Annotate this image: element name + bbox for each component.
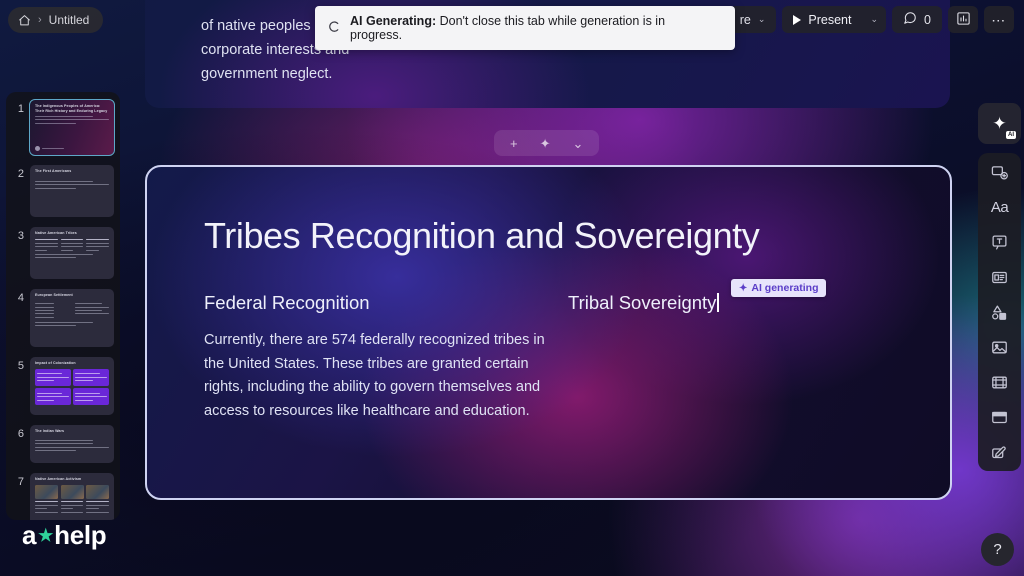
video-tool[interactable] (985, 370, 1015, 394)
analytics-icon (956, 11, 971, 29)
present-button-group[interactable]: Present ⌄ (782, 6, 887, 33)
slide-thumbnail-3[interactable]: 3 Native American Tribes (6, 227, 120, 279)
loading-spinner-icon (328, 20, 341, 36)
comment-icon (903, 11, 917, 28)
slide-thumbnail-7[interactable]: 7 Native American Activism (6, 473, 120, 520)
logo-text-a: a (22, 520, 37, 550)
share-label: re (739, 12, 751, 27)
ai-generating-badge-label: AI generating (751, 282, 819, 294)
sparkle-icon: ✦ (739, 282, 748, 294)
logo-text-help: help (54, 520, 107, 550)
toast-label: AI Generating: (350, 14, 437, 28)
present-dropdown-button[interactable]: ⌄ (863, 6, 887, 33)
tool-group: Aa (978, 153, 1021, 471)
slide-number: 2 (17, 168, 24, 180)
slide-thumbnail-4[interactable]: 4 European Settlement (6, 289, 120, 347)
top-toolbar: re ⌄ Present ⌄ 0 ⋯ (728, 6, 1014, 33)
slide-number: 6 (17, 428, 24, 440)
slide-thumb-title: Impact of Colonization (35, 361, 76, 365)
slide-preview[interactable]: The First Americans (30, 165, 114, 217)
chevron-down-icon: ⌄ (757, 14, 766, 24)
breadcrumb[interactable]: › Untitled (8, 7, 104, 33)
ai-generating-toast: AI Generating: Don't close this tab whil… (315, 6, 735, 50)
left-column-heading[interactable]: Federal Recognition (204, 292, 370, 314)
slide-number: 7 (17, 476, 24, 488)
breadcrumb-title[interactable]: Untitled (49, 13, 90, 27)
slide-thumbnail-5[interactable]: 5 Impact of Colonization (6, 357, 120, 415)
slide-thumb-title: Native American Activism (35, 477, 82, 481)
ai-tag-label: AI (1006, 131, 1016, 139)
analytics-button[interactable] (948, 6, 978, 33)
slide-thumb-badge (35, 146, 64, 151)
breadcrumb-separator: › (38, 14, 42, 26)
slide-number: 3 (17, 230, 24, 242)
play-icon (793, 14, 802, 25)
slide-preview[interactable]: The Indian Wars (30, 425, 114, 463)
chevron-down-icon: ⌄ (870, 14, 879, 24)
slide-thumb-title: The First Americans (35, 169, 72, 173)
slide-preview[interactable]: The Indigenous Peoples of America: Their… (29, 99, 115, 156)
slide-thumbnail-6[interactable]: 6 The Indian Wars (6, 425, 120, 463)
slide-preview[interactable]: Impact of Colonization (30, 357, 114, 415)
more-options-button[interactable]: ⋯ (984, 6, 1014, 33)
note-tool[interactable] (985, 230, 1015, 254)
ai-generating-badge: ✦ AI generating (731, 279, 827, 297)
more-options-icon: ⋯ (991, 11, 1007, 28)
add-slide-tool[interactable] (985, 160, 1015, 184)
help-label: ? (993, 541, 1002, 558)
slides-panel[interactable]: 1 The Indigenous Peoples of America: The… (6, 92, 120, 520)
text-icon: Aa (990, 198, 1009, 216)
slide-thumb-title: The Indian Wars (35, 429, 65, 433)
slide-thumbnail-1[interactable]: 1 The Indigenous Peoples of America: The… (6, 99, 120, 156)
image-tool[interactable] (985, 335, 1015, 359)
right-column-heading[interactable]: Tribal Sovereignty (568, 292, 719, 314)
shapes-tool[interactable] (985, 300, 1015, 324)
comments-button[interactable]: 0 (892, 6, 942, 33)
table-tool[interactable] (985, 405, 1015, 429)
layout-tool[interactable] (985, 265, 1015, 289)
slide-preview[interactable]: European Settlement (30, 289, 114, 347)
slide-thumb-title: European Settlement (35, 293, 73, 297)
slide-thumbnail-2[interactable]: 2 The First Americans (6, 165, 120, 217)
present-button[interactable]: Present (782, 6, 862, 33)
home-icon[interactable] (18, 14, 31, 27)
slide-number: 1 (17, 103, 24, 115)
right-toolbar: ✦ AI Aa (978, 103, 1021, 471)
right-column-heading-text: Tribal Sovereignty (568, 292, 717, 313)
ai-assistant-button[interactable]: ✦ AI (978, 103, 1021, 144)
app-root: of native peoples a corporate interests … (0, 0, 1024, 576)
sparkle-ai-icon: ✦ (992, 113, 1007, 133)
text-tool[interactable]: Aa (985, 195, 1015, 219)
comment-count: 0 (924, 12, 931, 27)
help-button[interactable]: ? (981, 533, 1014, 566)
star-icon: ★ (38, 525, 54, 545)
app-logo: a ★ help (22, 520, 107, 551)
left-column-body[interactable]: Currently, there are 574 federally recog… (204, 329, 549, 423)
current-slide-canvas[interactable]: Tribes Recognition and Sovereignty Feder… (145, 165, 952, 500)
slide-number: 5 (17, 360, 24, 372)
slide-title[interactable]: Tribes Recognition and Sovereignty (204, 215, 760, 257)
slide-thumb-title: Native American Tribes (35, 231, 77, 235)
text-cursor (717, 293, 719, 312)
chevron-down-icon[interactable]: ⌄ (573, 137, 584, 150)
present-label: Present (808, 12, 852, 27)
slide-thumb-title: The Indigenous Peoples of America: Their… (35, 104, 108, 113)
slide-number: 4 (17, 292, 24, 304)
slide-preview[interactable]: Native American Activism (30, 473, 114, 520)
draw-tool[interactable] (985, 440, 1015, 464)
ai-sparkle-icon[interactable]: ✦ (540, 137, 551, 150)
slide-insert-toolbar: + ✦ ⌄ (494, 130, 600, 156)
share-button[interactable]: re ⌄ (728, 6, 777, 33)
add-slide-icon[interactable]: + (510, 137, 518, 150)
slide-preview[interactable]: Native American Tribes (30, 227, 114, 279)
